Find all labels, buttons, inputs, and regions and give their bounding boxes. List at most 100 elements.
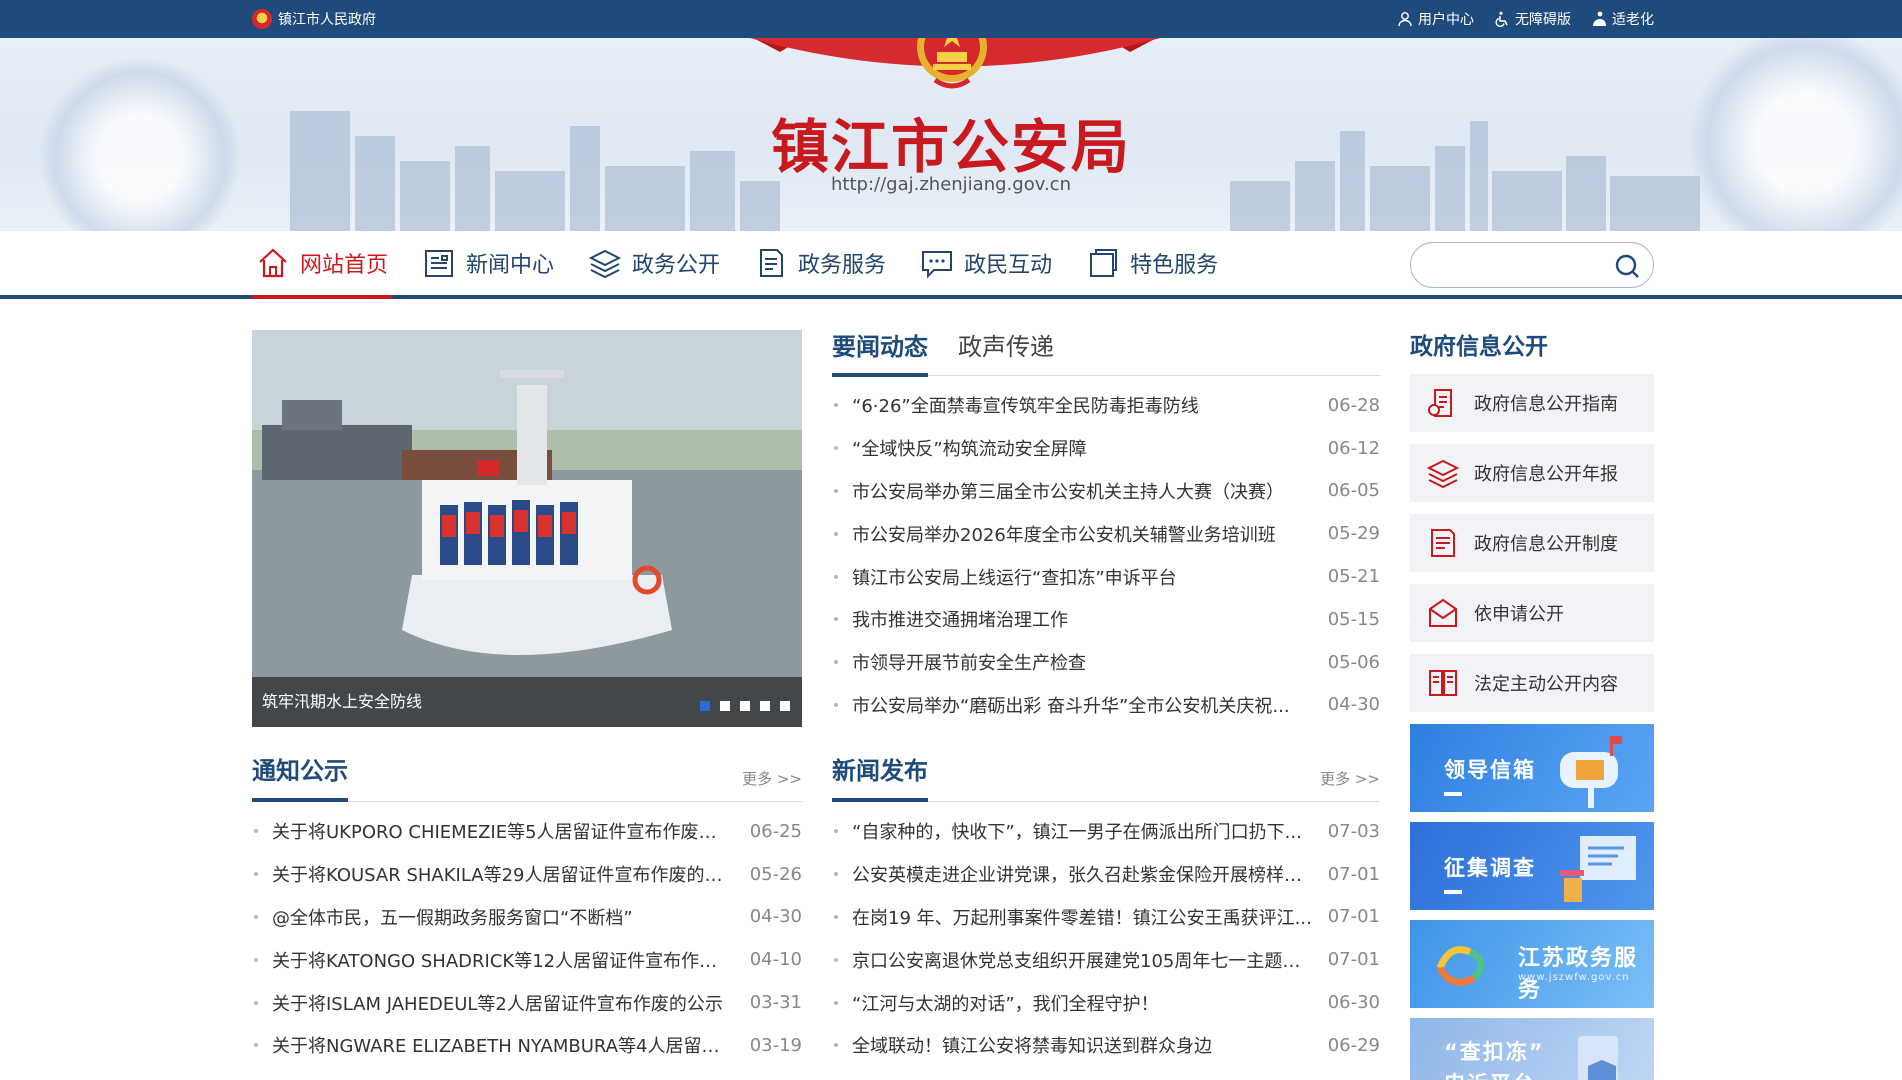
gov-link[interactable]: 镇江市人民政府: [252, 9, 376, 29]
elderly-icon: [1593, 11, 1606, 26]
leader-mailbox-banner[interactable]: 领导信箱: [1410, 724, 1654, 812]
list-item[interactable]: 镇江市公安局上线运行“查扣冻”申诉平台 05-21: [832, 555, 1380, 598]
item-title: 镇江市公安局上线运行“查扣冻”申诉平台: [832, 564, 1177, 590]
list-item[interactable]: @全体市民，五一假期政务服务窗口“不断档” 04-30: [252, 896, 802, 939]
rules-icon: [1431, 529, 1455, 557]
search-icon[interactable]: [1613, 252, 1641, 280]
item-title: 关于将ISLAM JAHEDEUL等2人居留证件宣布作废的公示: [252, 990, 723, 1016]
news-tabs: 要闻动态 政声传递: [832, 330, 1380, 377]
list-item[interactable]: “自家种的，快收下”，镇江一男子在俩派出所门口扔下... 07-03: [832, 810, 1380, 853]
item-title: 我市推进交通拥堵治理工作: [832, 606, 1068, 632]
nav-item-gov-services[interactable]: 政务服务: [750, 231, 890, 295]
slider-dot[interactable]: [740, 701, 750, 711]
button-label: 政府信息公开指南: [1474, 394, 1618, 415]
search-input[interactable]: [1427, 253, 1597, 277]
nav-item-gov-affairs[interactable]: 政务公开: [584, 231, 724, 295]
slider-dot[interactable]: [720, 701, 730, 711]
press-list: “自家种的，快收下”，镇江一男子在俩派出所门口扔下... 07-03 公安英模走进…: [832, 810, 1380, 1067]
nav-item-label: 网站首页: [300, 253, 389, 278]
item-date: 06-28: [1327, 394, 1380, 416]
list-item[interactable]: 关于将KOUSAR SHAKILA等29人居留证件宣布作废的公示 05-26: [252, 853, 802, 896]
item-date: 07-03: [1327, 820, 1380, 842]
item-date: 06-05: [1327, 480, 1380, 502]
nav-item-home[interactable]: 网站首页: [252, 231, 393, 299]
slider-dot[interactable]: [780, 701, 790, 711]
section-title: 新闻发布: [832, 751, 928, 802]
item-title: “江河与太湖的对话”，我们全程守护！: [832, 990, 1159, 1016]
list-item[interactable]: 京口公安离退休党总支组织开展建党105周年七一主题党... 07-01: [832, 938, 1380, 981]
item-date: 04-10: [749, 949, 802, 971]
list-item[interactable]: “江河与太湖的对话”，我们全程守护！ 06-30: [832, 981, 1380, 1024]
item-title: 关于将UKPORO CHIEMEZIE等5人居留证件宣布作废的...: [252, 818, 732, 844]
list-item[interactable]: 市公安局举办第三届全市公安机关主持人大赛（决赛） 06-05: [832, 470, 1380, 513]
photo-slider[interactable]: 筑牢汛期水上安全防线: [252, 330, 802, 727]
item-date: 04-30: [749, 906, 802, 928]
promo-subtitle: www.jszwfw.gov.cn: [1518, 972, 1630, 983]
more-link[interactable]: 更多 >>: [742, 768, 802, 801]
item-date: 05-15: [1327, 608, 1380, 630]
slider-dot[interactable]: [700, 701, 710, 711]
user-icon: [1398, 12, 1412, 27]
nav-item-special[interactable]: 特色服务: [1082, 231, 1222, 295]
site-title: 镇江市公安局: [770, 113, 1131, 181]
mailbox-icon: [1560, 736, 1622, 808]
top-bar: 镇江市人民政府 用户中心 无障碍版 适老化: [0, 0, 1902, 38]
item-title: 市领导开展节前安全生产检查: [832, 649, 1086, 675]
button-label: 政府信息公开制度: [1474, 534, 1618, 555]
slider-dot[interactable]: [760, 701, 770, 711]
list-item[interactable]: 在岗19 年、万起刑事案件零差错！镇江公安王禹获评江... 07-01: [832, 896, 1380, 939]
elderly-mode-label: 适老化: [1612, 12, 1654, 28]
promo-bar: [1444, 890, 1462, 894]
list-item[interactable]: 全域联动！镇江公安将禁毒知识送到群众身边 06-29: [832, 1024, 1380, 1067]
item-date: 05-06: [1327, 651, 1380, 673]
item-date: 07-01: [1327, 949, 1380, 971]
survey-banner[interactable]: 征集调查: [1410, 822, 1654, 910]
home-icon: [259, 248, 287, 278]
gov-link-label: 镇江市人民政府: [278, 12, 376, 28]
statutory-disclosure-button[interactable]: 法定主动公开内容: [1410, 654, 1654, 712]
search-box: [1410, 242, 1654, 288]
list-item[interactable]: 关于将KATONGO SHADRICK等12人居留证件宣布作废... 04-10: [252, 938, 802, 981]
item-date: 06-12: [1327, 437, 1380, 459]
appeal-platform-banner[interactable]: “查扣冻” 申诉平台: [1410, 1018, 1654, 1080]
shield-icon: [1578, 1036, 1618, 1080]
gov-info-rules-button[interactable]: 政府信息公开制度: [1410, 514, 1654, 572]
accessibility-link[interactable]: 无障碍版: [1494, 9, 1571, 29]
tab-gov-voice[interactable]: 政声传递: [958, 330, 1054, 376]
window-icon: [1090, 249, 1118, 277]
list-item[interactable]: 市公安局举办“磨砺出彩 奋斗升华”全市公安机关庆祝... 04-30: [832, 684, 1380, 727]
layers-icon: [1426, 459, 1460, 489]
jiangsu-logo-icon: [1436, 946, 1485, 986]
book-icon: [1429, 670, 1457, 696]
item-title: 全域联动！镇江公安将禁毒知识送到群众身边: [832, 1032, 1212, 1058]
item-date: 06-29: [1327, 1034, 1380, 1056]
list-item[interactable]: 公安英模走进企业讲党课，张久召赴紫金保险开展榜样力... 07-01: [832, 853, 1380, 896]
list-item[interactable]: “全域快反”构筑流动安全屏障 06-12: [832, 427, 1380, 470]
list-item[interactable]: 关于将ISLAM JAHEDEUL等2人居留证件宣布作废的公示 03-31: [252, 981, 802, 1024]
nav-item-interaction[interactable]: 政民互动: [916, 231, 1056, 295]
nav-item-news[interactable]: 新闻中心: [418, 231, 558, 295]
list-item[interactable]: 市公安局举办2026年度全市公安机关辅警业务培训班 05-29: [832, 512, 1380, 555]
guide-icon: [1428, 389, 1452, 417]
more-link[interactable]: 更多 >>: [1320, 768, 1380, 801]
survey-illustration-icon: [1560, 836, 1636, 902]
news-panel: 要闻动态 政声传递 “6·26”全面禁毒宣传筑牢全民防毒拒毒防线 06-28 “全…: [832, 330, 1380, 726]
apply-disclosure-button[interactable]: 依申请公开: [1410, 584, 1654, 642]
tab-headlines[interactable]: 要闻动态: [832, 330, 928, 377]
elderly-mode-link[interactable]: 适老化: [1591, 9, 1654, 29]
gov-info-guide-button[interactable]: 政府信息公开指南: [1410, 374, 1654, 432]
list-item[interactable]: 市领导开展节前安全生产检查 05-06: [832, 641, 1380, 684]
user-center-link[interactable]: 用户中心: [1397, 9, 1474, 29]
list-item[interactable]: 我市推进交通拥堵治理工作 05-15: [832, 598, 1380, 641]
gov-info-annual-report-button[interactable]: 政府信息公开年报: [1410, 444, 1654, 502]
list-item[interactable]: “6·26”全面禁毒宣传筑牢全民防毒拒毒防线 06-28: [832, 384, 1380, 427]
item-title: “自家种的，快收下”，镇江一男子在俩派出所门口扔下...: [832, 818, 1302, 844]
item-date: 03-31: [749, 992, 802, 1014]
item-date: 06-30: [1327, 992, 1380, 1014]
nav-item-label: 新闻中心: [466, 253, 555, 278]
list-item[interactable]: 关于将NGWARE ELIZABETH NYAMBURA等4人居留证... 03-…: [252, 1024, 802, 1067]
list-item[interactable]: 关于将UKPORO CHIEMEZIE等5人居留证件宣布作废的... 06-25: [252, 810, 802, 853]
nav-item-label: 特色服务: [1130, 253, 1219, 278]
jiangsu-gov-service-banner[interactable]: 江苏政务服务 www.jszwfw.gov.cn: [1410, 920, 1654, 1008]
newspaper-icon: [425, 250, 454, 277]
